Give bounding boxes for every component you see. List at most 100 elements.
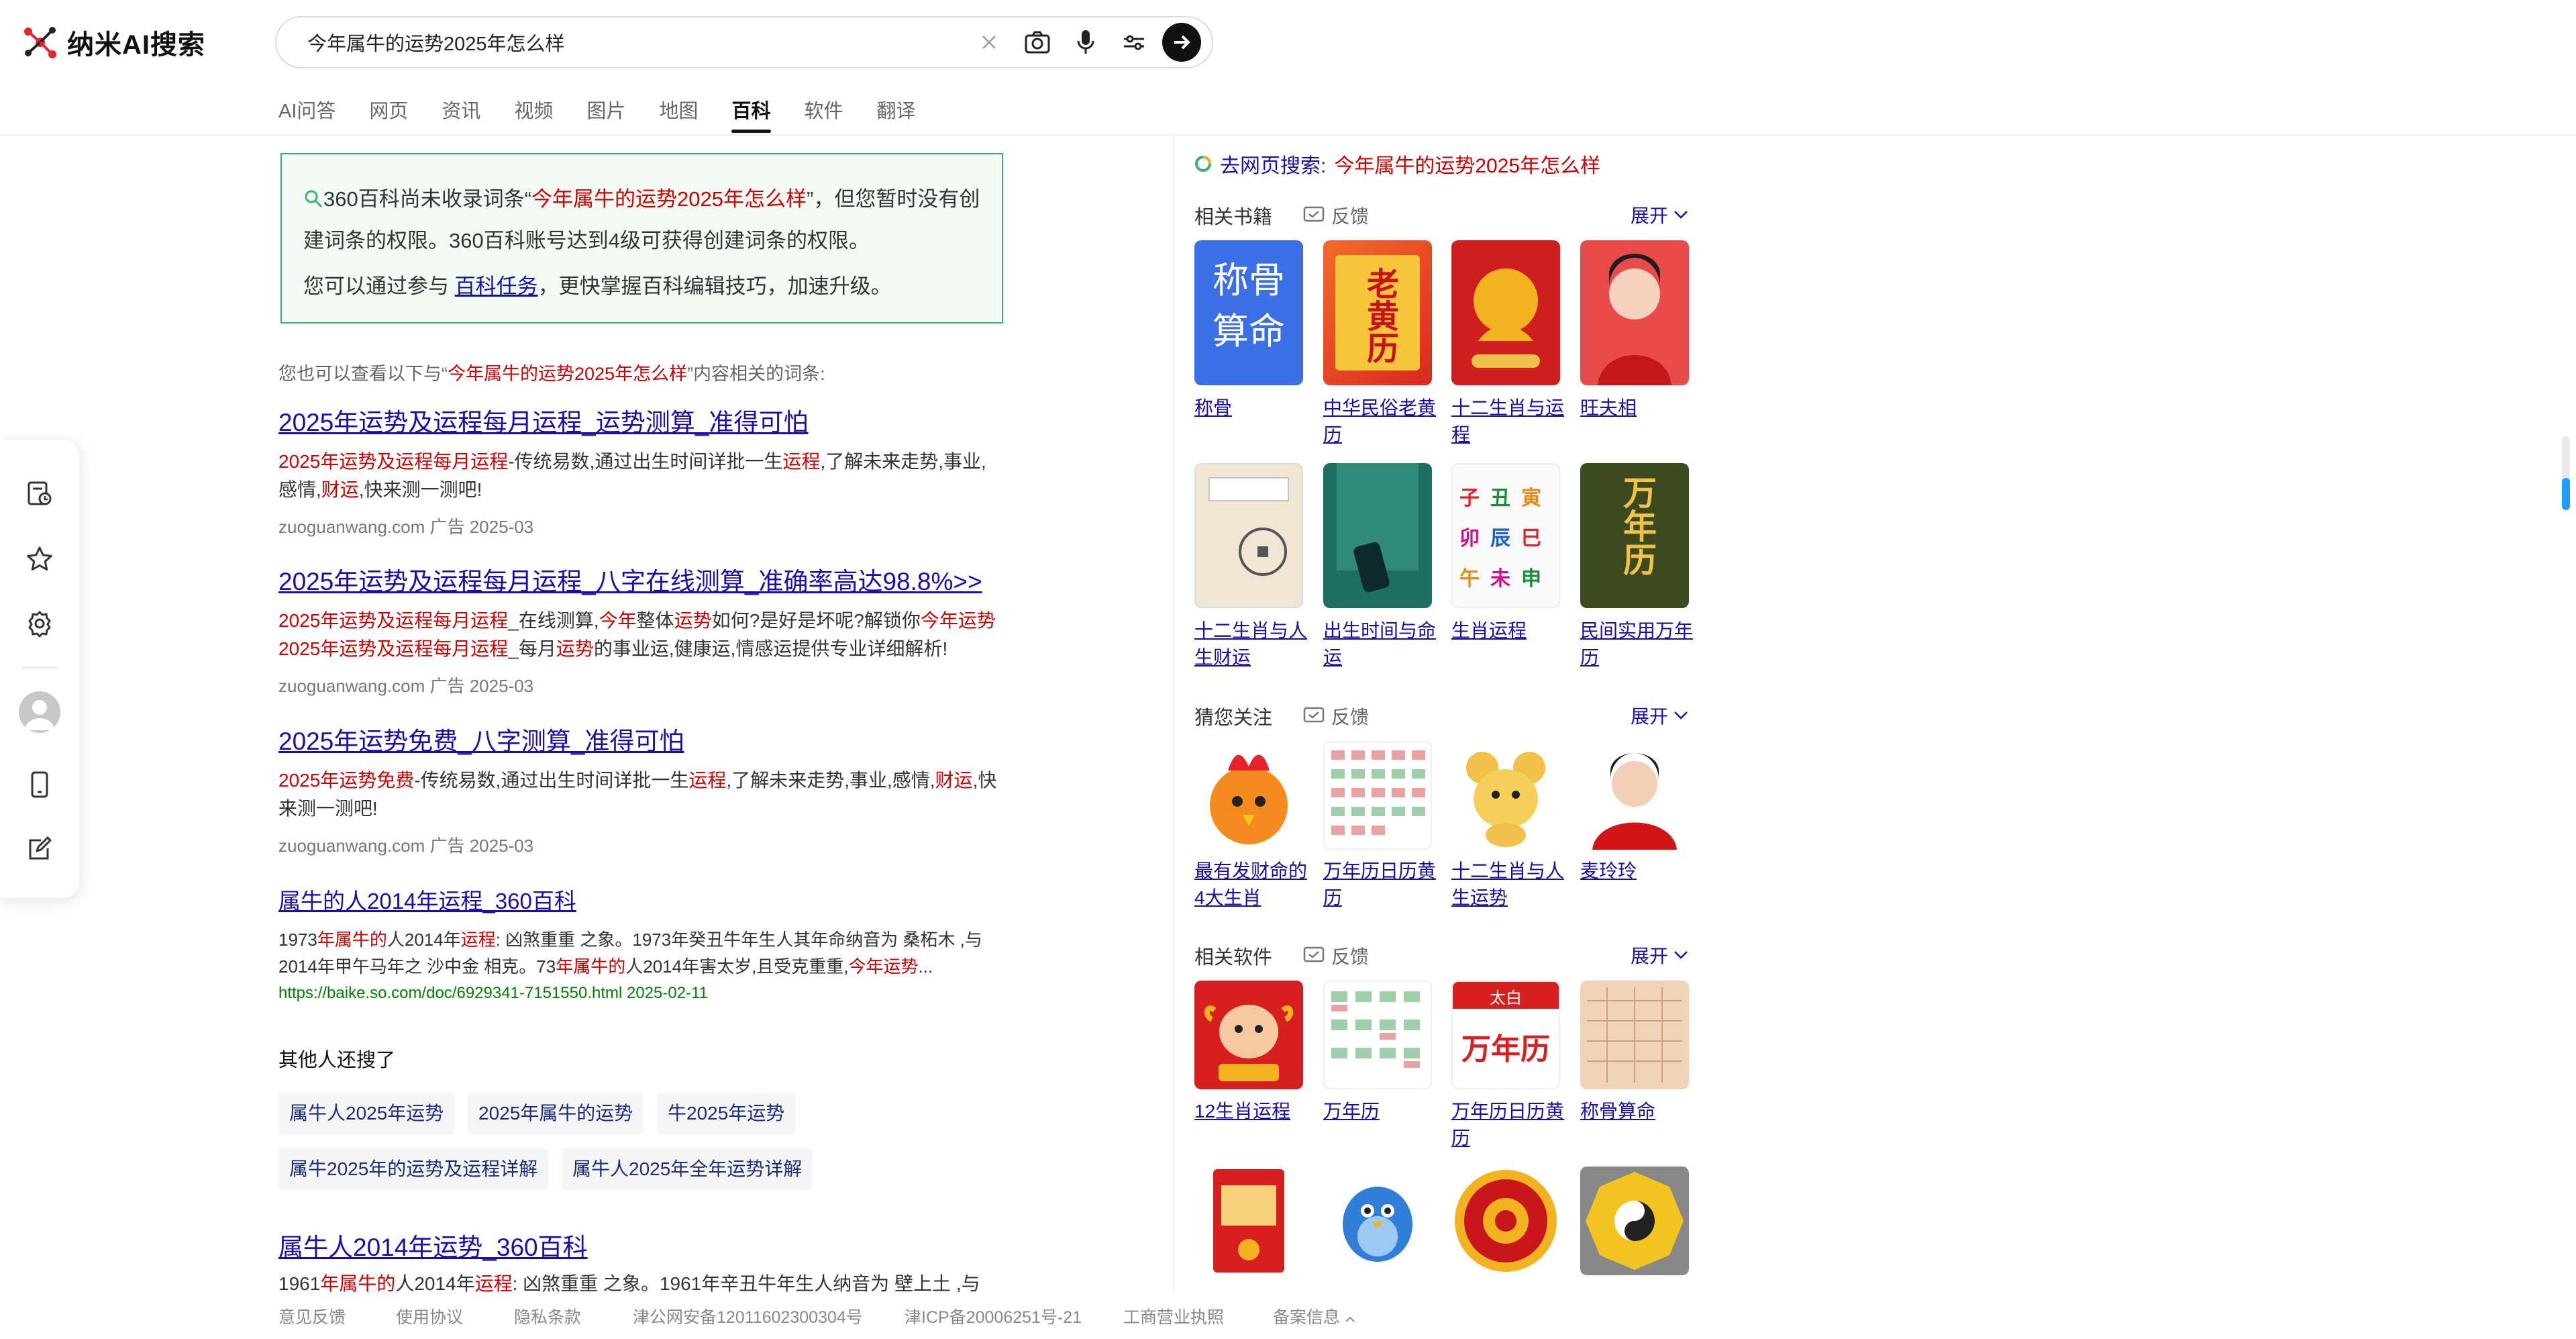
snippet-text: 如何?是好是坏呢?解锁你 [711, 610, 921, 631]
tab-software[interactable]: 软件 [805, 95, 843, 133]
mobile-icon[interactable] [21, 766, 58, 803]
keyword-highlight: 运程 [474, 1273, 513, 1294]
svg-text:卯: 卯 [1459, 527, 1480, 550]
app-icon-chenggu-suanming[interactable] [1580, 981, 1689, 1089]
book-title[interactable]: 出生时间与命运 [1323, 617, 1437, 671]
tab-baike[interactable]: 百科 [731, 95, 771, 133]
book-title[interactable]: 十二生肖与人生财运 [1194, 617, 1308, 671]
software-title[interactable]: 称骨算命 [1580, 1098, 1694, 1125]
book-cover-zodiac-dragon[interactable] [1451, 240, 1560, 385]
keyword-highlight: 2025年运势及运程每月运程 [278, 638, 509, 659]
related-search-chip[interactable]: 牛2025年运势 [657, 1093, 796, 1134]
search-submit-button[interactable] [1162, 23, 1201, 62]
tab-news[interactable]: 资讯 [442, 95, 480, 133]
interest-title[interactable]: 麦玲玲 [1580, 858, 1694, 885]
related-search-chip[interactable]: 2025年属牛的运势 [468, 1093, 644, 1134]
cover-calendar-grid[interactable] [1323, 741, 1432, 850]
software-title[interactable]: 万年历日历黄历 [1451, 1098, 1565, 1152]
feedback-button[interactable]: 反馈 [1303, 202, 1369, 229]
expand-button[interactable]: 展开 [1631, 702, 1688, 729]
result-title[interactable]: 属牛的人2014年运程_360百科 [278, 885, 1003, 918]
keyword-highlight: 今年 [599, 610, 637, 631]
tab-map[interactable]: 地图 [659, 95, 698, 133]
result-title[interactable]: 2025年运势免费_八字测算_准得可怕 [278, 725, 1003, 758]
software-title[interactable]: 万年历 [1323, 1098, 1437, 1125]
logo[interactable]: 纳米AI搜索 [23, 23, 205, 62]
book-title[interactable]: 生肖运程 [1451, 617, 1565, 644]
app-icon-red-envelope[interactable] [1194, 1167, 1303, 1275]
feedback-button[interactable]: 反馈 [1303, 703, 1369, 730]
cover-mai-lingling[interactable] [1580, 741, 1689, 850]
footer-link-police-record[interactable]: 津公网安备12011602300304号 [633, 1304, 863, 1328]
footer-link-privacy[interactable]: 隐私条款 [514, 1304, 581, 1328]
web-search-link[interactable]: 去网页搜索: 今年属牛的运势2025年怎么样 [1194, 149, 1600, 179]
footer-link-icp[interactable]: 津ICP备20006251号-21 [905, 1304, 1082, 1328]
software-title[interactable]: 12生肖运程 [1194, 1098, 1308, 1125]
book-cover-chusheng-shijian[interactable] [1323, 463, 1432, 608]
book-title[interactable]: 民间实用万年历 [1580, 617, 1694, 671]
book-title[interactable]: 十二生肖与运程 [1451, 395, 1565, 448]
result-title[interactable]: 属牛人2014年运势_360百科 [278, 1227, 588, 1263]
app-icon-bagua[interactable] [1580, 1167, 1689, 1275]
interest-title[interactable]: 十二生肖与人生运势 [1451, 858, 1565, 911]
tab-video[interactable]: 视频 [514, 95, 553, 133]
footer-link-business-license[interactable]: 工商营业执照 [1123, 1304, 1224, 1328]
microphone-icon[interactable] [1062, 22, 1110, 62]
footer-link-filing-info[interactable]: 备案信息 [1273, 1304, 1355, 1328]
related-search-chip[interactable]: 属牛人2025年全年运势详解 [562, 1148, 813, 1190]
app-icon-compass[interactable] [1451, 1167, 1560, 1275]
app-icon-blue-bird[interactable] [1323, 1167, 1432, 1275]
result-title[interactable]: 2025年运势及运程每月运程_运势测算_准得可怕 [278, 406, 1003, 440]
feedback-button[interactable]: 反馈 [1303, 942, 1369, 969]
note-edit-icon[interactable] [21, 831, 58, 867]
book-cover-wannianli[interactable]: 万年历 [1580, 463, 1689, 608]
related-search-chip[interactable]: 属牛人2025年运势 [278, 1093, 455, 1134]
clear-icon[interactable] [965, 22, 1013, 62]
book-title[interactable]: 旺夫相 [1580, 395, 1694, 421]
book-cover-huangli[interactable]: 老黄历 [1323, 240, 1432, 385]
expand-button[interactable]: 展开 [1631, 201, 1688, 228]
result-desc: 1973年属牛的人2014年运程: 凶煞重重 之象。1973年癸丑牛年生人其年命… [278, 926, 1003, 980]
tab-translate[interactable]: 翻译 [877, 95, 916, 133]
book-cover-wangfuxiang[interactable] [1580, 240, 1689, 385]
snippet-text: 人2014年 [387, 930, 461, 950]
book-cover-shengxiao-yuncheng[interactable]: 子丑寅卯辰巳午未申 [1451, 463, 1560, 608]
cover-rooster[interactable] [1194, 741, 1303, 850]
camera-icon[interactable] [1013, 22, 1062, 62]
tab-images[interactable]: 图片 [586, 95, 625, 133]
snippet-text: _每月 [508, 638, 556, 659]
cover-rat[interactable] [1451, 741, 1560, 850]
baike-task-link[interactable]: 百科任务 [455, 275, 538, 298]
history-icon[interactable] [21, 475, 58, 511]
scrollbar-thumb[interactable] [2562, 478, 2570, 510]
interest-title[interactable]: 最有发财命的4大生肖 [1194, 858, 1308, 911]
snippet-text: 人2014年害太岁,且受克重重, [625, 956, 849, 977]
book-title[interactable]: 称骨 [1194, 395, 1308, 421]
snippet-text: 1961 [278, 1273, 321, 1294]
keyword-highlight: 运程 [688, 770, 727, 791]
keyword-highlight: 运程 [782, 451, 821, 472]
app-icon-calendar[interactable] [1323, 981, 1432, 1089]
filter-settings-icon[interactable] [1110, 22, 1158, 62]
nami-logo-icon [24, 27, 56, 58]
footer-link-terms[interactable]: 使用协议 [396, 1304, 463, 1328]
book-cover-chenggu[interactable]: 称骨算命 [1194, 240, 1303, 385]
expand-button[interactable]: 展开 [1631, 942, 1688, 969]
book-cover-renshengcaiyun[interactable] [1194, 463, 1303, 608]
keyword-highlight: 2025年运势及运程每月运程 [278, 610, 509, 631]
interest-title[interactable]: 万年历日历黄历 [1323, 858, 1437, 911]
book-title[interactable]: 中华民俗老黄历 [1323, 395, 1437, 448]
footer-link-feedback[interactable]: 意见反馈 [278, 1304, 346, 1328]
tab-web[interactable]: 网页 [369, 95, 408, 133]
section-title: 相关软件 [1194, 947, 1273, 969]
related-search-chip[interactable]: 属牛2025年的运势及运程详解 [278, 1148, 549, 1190]
app-icon-taibai-wannianli[interactable]: 太白 万年历 [1451, 981, 1560, 1089]
tab-ai-answer[interactable]: AI问答 [278, 95, 336, 133]
search-input[interactable] [306, 30, 965, 54]
related-intro: 您也可以查看以下与“今年属牛的运势2025年怎么样”内容相关的词条: [278, 364, 825, 384]
result-title[interactable]: 2025年运势及运程每月运程_八字在线测算_准确率高达98.8%>> [278, 565, 1003, 599]
star-icon[interactable] [21, 541, 58, 577]
app-icon-zodiac-ox[interactable] [1194, 981, 1303, 1089]
gear-icon[interactable] [21, 605, 58, 642]
avatar[interactable] [19, 691, 60, 733]
